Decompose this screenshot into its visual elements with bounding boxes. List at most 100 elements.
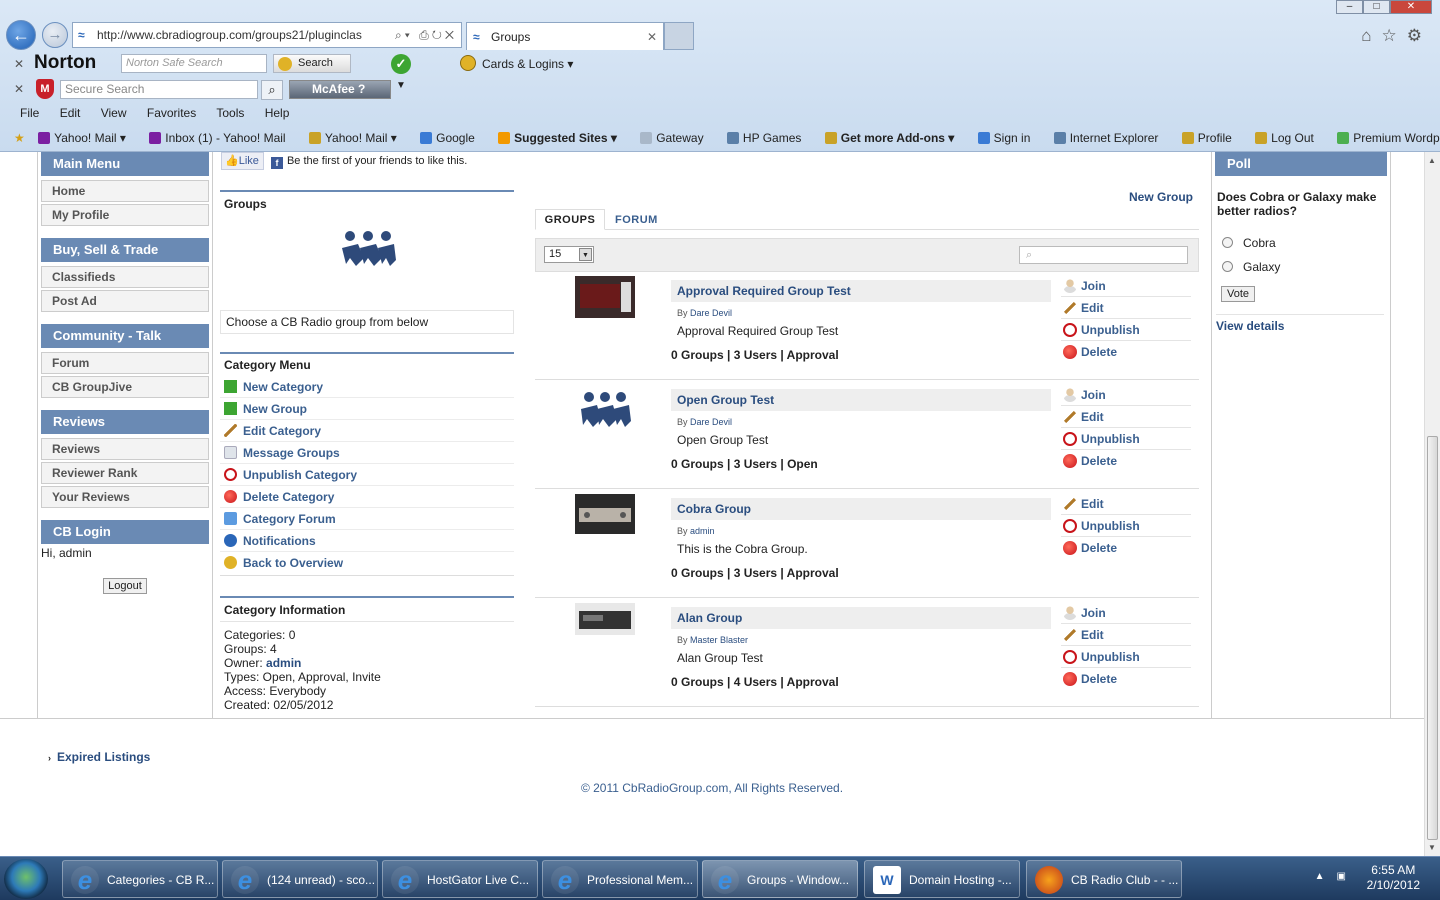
per-page-select[interactable]: 15 ▼ (544, 246, 594, 263)
sidebar-item-reviews[interactable]: Reviews (41, 438, 209, 460)
mcafee-button[interactable]: McAfee ? (289, 80, 391, 99)
delete-button[interactable]: Delete (1061, 537, 1191, 559)
your-reviews-link[interactable]: Your Reviews (52, 490, 130, 504)
menu-file[interactable]: File (20, 106, 39, 120)
scrollbar-thumb[interactable] (1427, 436, 1438, 840)
fav-google[interactable]: Google (420, 131, 485, 145)
fav-yahoo-mail[interactable]: Yahoo! Mail ▾ (38, 131, 136, 145)
message-groups-link[interactable]: Message Groups (220, 442, 514, 464)
fav-sign-in[interactable]: Sign in (977, 131, 1041, 145)
tab-close-icon[interactable]: ✕ (647, 23, 657, 51)
scroll-down-icon[interactable]: ▼ (1428, 843, 1436, 852)
edit-button[interactable]: Edit (1061, 624, 1191, 646)
poll-option-galaxy[interactable]: Galaxy (1222, 260, 1390, 274)
mcafee-shield-icon[interactable]: M (36, 79, 54, 99)
taskbar-item-cb-radio-club[interactable]: fCB Radio Club - - ... (1026, 860, 1182, 898)
expired-listings-item[interactable]: › Expired Listings (48, 750, 150, 764)
vote-button[interactable]: Vote (1221, 286, 1256, 302)
taskbar-item-groups[interactable]: e Groups - Window... (702, 860, 858, 898)
fav-get-addons[interactable]: Get more Add-ons ▾ (824, 131, 965, 145)
edit-category-link[interactable]: Edit Category (220, 420, 514, 442)
group-author-link[interactable]: Master Blaster (690, 635, 748, 645)
search-icon[interactable]: ⌕ (261, 80, 283, 100)
home-star-gear-icons[interactable]: ⌂☆⚙ (1361, 26, 1432, 46)
edit-button[interactable]: Edit (1061, 406, 1191, 428)
sidebar-item-post-ad[interactable]: Post Ad (41, 290, 209, 312)
clock[interactable]: 6:55 AM 2/10/2012 (1367, 863, 1420, 893)
edit-button[interactable]: Edit (1061, 493, 1191, 515)
classifieds-link[interactable]: Classifieds (52, 270, 115, 284)
close-toolbar-icon[interactable]: ✕ (14, 77, 24, 101)
new-group-link[interactable]: New Group (220, 398, 514, 420)
tab-groups[interactable]: GROUPS (535, 209, 605, 230)
delete-button[interactable]: Delete (1061, 341, 1191, 363)
menu-help[interactable]: Help (265, 106, 290, 120)
groupjive-link[interactable]: CB GroupJive (52, 380, 132, 394)
group-title-link[interactable]: Cobra Group (677, 502, 751, 516)
new-tab-button[interactable] (664, 22, 694, 50)
chevron-down-icon[interactable]: ▼ (396, 80, 406, 91)
norton-search-input[interactable]: Norton Safe Search (121, 54, 267, 73)
unpublish-button[interactable]: Unpublish (1061, 428, 1191, 450)
maximize-button[interactable]: □ (1363, 0, 1390, 14)
taskbar-item-hostgator[interactable]: e HostGator Live C... (382, 860, 538, 898)
start-button[interactable] (4, 859, 48, 899)
group-author-link[interactable]: admin (690, 526, 715, 536)
new-category-link[interactable]: New Category (220, 376, 514, 398)
group-title-link[interactable]: Open Group Test (677, 393, 774, 407)
scroll-up-icon[interactable]: ▲ (1428, 156, 1436, 165)
radio-button[interactable] (1222, 261, 1233, 272)
forum-link[interactable]: Forum (52, 356, 89, 370)
fav-yahoo-inbox[interactable]: Inbox (1) - Yahoo! Mail (149, 131, 295, 145)
edit-button[interactable]: Edit (1061, 297, 1191, 319)
back-button[interactable]: ← (6, 20, 36, 50)
minimize-button[interactable]: – (1336, 0, 1363, 14)
norton-logo[interactable]: Norton (34, 52, 96, 74)
unpublish-button[interactable]: Unpublish (1061, 319, 1191, 341)
address-bar[interactable]: ≈ http://www.cbradiogroup.com/groups21/p… (72, 22, 462, 48)
join-button[interactable]: Join (1061, 602, 1191, 624)
tab-forum[interactable]: FORUM (615, 210, 658, 230)
taskbar-item-professional[interactable]: e Professional Mem... (542, 860, 698, 898)
group-author-link[interactable]: Dare Devil (690, 308, 732, 318)
delete-button[interactable]: Delete (1061, 450, 1191, 472)
poll-option-cobra[interactable]: Cobra (1222, 236, 1390, 250)
forward-button[interactable]: → (42, 22, 68, 48)
join-button[interactable]: Join (1061, 275, 1191, 297)
expired-listings-link[interactable]: Expired Listings (57, 750, 150, 764)
secure-search-input[interactable]: Secure Search (60, 80, 258, 99)
view-details-link[interactable]: View details (1216, 319, 1284, 333)
fav-internet-explorer[interactable]: Internet Explorer (1053, 131, 1169, 145)
notifications-link[interactable]: Notifications (220, 530, 514, 552)
fav-yahoo-mail-2[interactable]: Yahoo! Mail ▾ (308, 131, 407, 145)
reviews-link[interactable]: Reviews (52, 442, 100, 456)
menu-tools[interactable]: Tools (216, 106, 244, 120)
fav-suggested-sites[interactable]: Suggested Sites ▾ (498, 131, 627, 145)
fav-profile[interactable]: Profile (1181, 131, 1242, 145)
safe-check-icon[interactable]: ✓ (391, 54, 411, 74)
page-scrollbar[interactable]: ▲ ▼ (1424, 152, 1440, 856)
fav-premium-wordpress[interactable]: Premium Wordpress The... (1337, 131, 1440, 145)
back-to-overview-link[interactable]: Back to Overview (220, 552, 514, 574)
menu-edit[interactable]: Edit (60, 106, 81, 120)
close-window-button[interactable]: ✕ (1390, 0, 1432, 14)
facebook-like-button[interactable]: 👍Like (221, 152, 264, 170)
taskbar-item-unread[interactable]: e (124 unread) - sco... (222, 860, 378, 898)
post-ad-link[interactable]: Post Ad (52, 294, 97, 308)
sidebar-item-home[interactable]: Home (41, 180, 209, 202)
fav-gateway[interactable]: Gateway (640, 131, 713, 145)
taskbar-item-domain-hosting[interactable]: W Domain Hosting -... (864, 860, 1020, 898)
my-profile-link[interactable]: My Profile (52, 208, 109, 222)
menu-favorites[interactable]: Favorites (147, 106, 196, 120)
address-tools-icon[interactable]: ⌕▾ ⎙↻✕ (395, 23, 457, 47)
address-url[interactable]: http://www.cbradiogroup.com/groups21/plu… (97, 28, 362, 42)
home-link[interactable]: Home (52, 184, 85, 198)
cards-logins-button[interactable]: Cards & Logins ▾ (460, 52, 573, 76)
sidebar-item-classifieds[interactable]: Classifieds (41, 266, 209, 288)
sidebar-item-your-reviews[interactable]: Your Reviews (41, 486, 209, 508)
reviewer-rank-link[interactable]: Reviewer Rank (52, 466, 137, 480)
menu-view[interactable]: View (101, 106, 127, 120)
group-title-link[interactable]: Approval Required Group Test (677, 284, 851, 298)
group-author-link[interactable]: Dare Devil (690, 417, 732, 427)
browser-tab-groups[interactable]: ≈ Groups ✕ (466, 22, 664, 50)
